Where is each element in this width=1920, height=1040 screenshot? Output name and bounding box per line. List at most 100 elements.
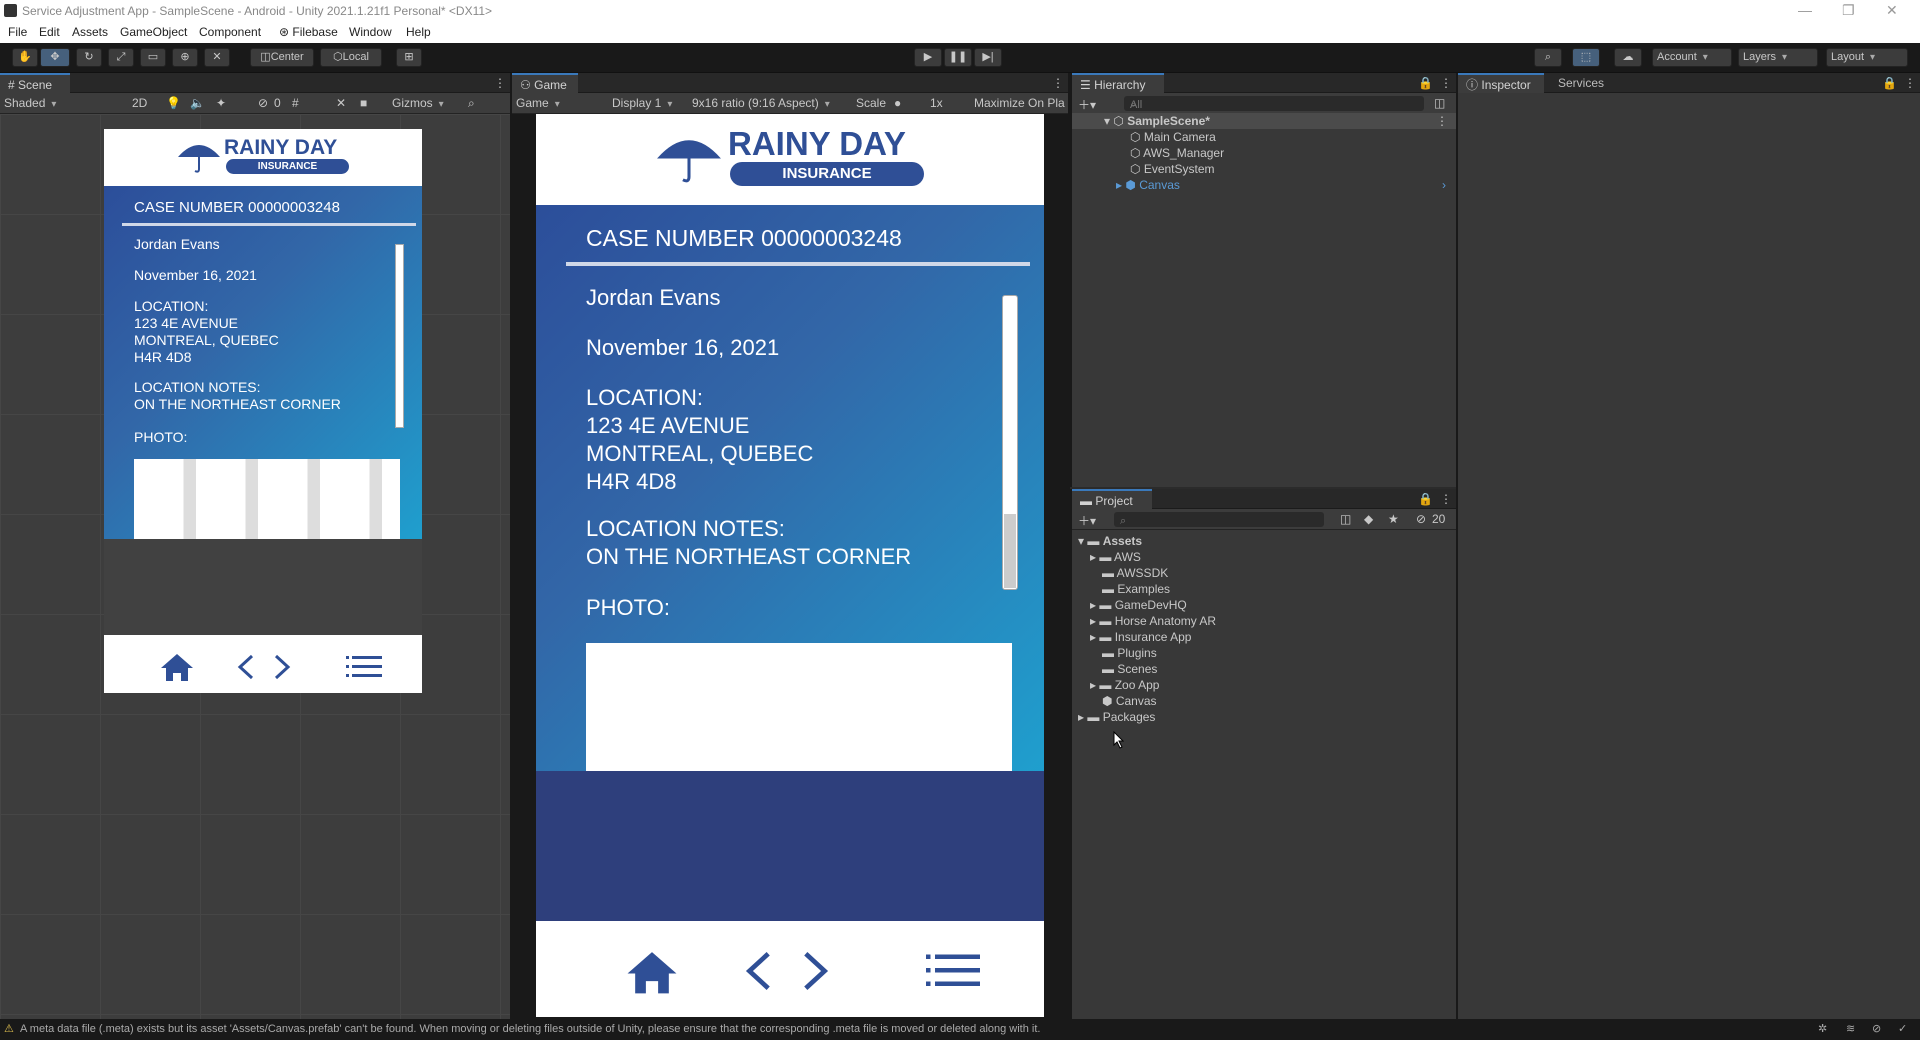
project-folder-plugins[interactable]: ▬ Plugins <box>1102 646 1157 660</box>
prev-next-icon[interactable] <box>234 653 294 681</box>
scene-scrollbar[interactable] <box>395 244 404 428</box>
menu-list-icon[interactable] <box>926 953 980 989</box>
step-button-icon[interactable]: ▶| <box>974 48 1002 67</box>
favorite-icon[interactable]: ★ <box>1388 512 1399 526</box>
aspect-dropdown[interactable]: 9x16 ratio (9:16 Aspect) <box>692 96 830 110</box>
menu-assets[interactable]: Assets <box>72 25 108 39</box>
project-folder-aws[interactable]: ▸ ▬ AWS <box>1090 550 1141 564</box>
menu-list-icon[interactable] <box>346 655 382 679</box>
pause-button-icon[interactable]: ❚❚ <box>944 48 972 67</box>
lock-icon[interactable]: 🔒 <box>1882 76 1897 90</box>
game-scrollbar[interactable] <box>1002 295 1018 590</box>
rotate-tool-icon[interactable]: ↻ <box>76 48 102 67</box>
minimize-icon[interactable]: — <box>1798 2 1812 18</box>
menu-edit[interactable]: Edit <box>39 25 60 39</box>
menu-component[interactable]: Component <box>199 25 261 39</box>
search-icon[interactable]: ⌕ <box>1534 48 1562 67</box>
add-icon[interactable]: ＋▾ <box>1078 512 1096 529</box>
hierarchy-item-eventsystem[interactable]: ⬡ EventSystem <box>1130 162 1215 176</box>
restore-icon[interactable]: ❐ <box>1842 2 1855 19</box>
layers-dropdown[interactable]: Layers <box>1738 48 1818 67</box>
tab-inspector[interactable]: ⓘ Inspector <box>1458 73 1544 93</box>
search-by-label-icon[interactable]: ◆ <box>1364 512 1373 526</box>
game-view-dropdown[interactable]: Game <box>516 96 560 110</box>
home-icon[interactable] <box>626 949 678 995</box>
debug-icon[interactable]: ✲ <box>1818 1022 1827 1035</box>
layout-dropdown[interactable]: Layout <box>1826 48 1908 67</box>
hand-tool-icon[interactable]: ✋ <box>12 48 38 67</box>
gizmos-dropdown[interactable]: Gizmos <box>392 96 444 110</box>
project-folder-insurance-app[interactable]: ▸ ▬ Insurance App <box>1090 630 1191 644</box>
project-folder-horse-anatomy[interactable]: ▸ ▬ Horse Anatomy AR <box>1090 614 1216 628</box>
grid-icon[interactable]: # <box>292 96 299 110</box>
camera-icon[interactable]: ■ <box>360 96 367 110</box>
panel-menu-icon[interactable]: ⋮ <box>494 76 506 90</box>
cache-icon[interactable]: ≋ <box>1846 1022 1855 1035</box>
hidden-objects-icon[interactable]: ⊘ <box>258 96 268 110</box>
menu-help[interactable]: Help <box>406 25 431 39</box>
project-folder-examples[interactable]: ▬ Examples <box>1102 582 1170 596</box>
audio-icon[interactable]: 🔈 <box>190 96 205 110</box>
hierarchy-item-aws-manager[interactable]: ⬡ AWS_Manager <box>1130 146 1224 160</box>
home-icon[interactable] <box>160 652 194 682</box>
project-packages-root[interactable]: ▸ ▬ Packages <box>1078 710 1155 724</box>
project-assets-root[interactable]: ▾ ▬ Assets <box>1078 534 1142 548</box>
shading-dropdown[interactable]: Shaded <box>4 96 56 110</box>
prefab-arrow-icon[interactable]: › <box>1442 178 1446 192</box>
hierarchy-item-canvas[interactable]: ▸ ⬢ Canvas <box>1116 178 1180 192</box>
lighting-icon[interactable]: 💡 <box>166 96 181 110</box>
hierarchy-item-main-camera[interactable]: ⬡ Main Camera <box>1130 130 1216 144</box>
tab-services[interactable]: Services <box>1550 73 1630 93</box>
project-folder-scenes[interactable]: ▬ Scenes <box>1102 662 1157 676</box>
menu-file[interactable]: File <box>8 25 27 39</box>
search-by-type-icon[interactable]: ◫ <box>1340 512 1351 526</box>
auto-generate-icon[interactable]: ⊘ <box>1872 1022 1881 1035</box>
tools-icon[interactable]: ✕ <box>336 96 346 110</box>
play-button-icon[interactable]: ▶ <box>914 48 942 67</box>
lock-icon[interactable]: 🔒 <box>1418 76 1433 90</box>
menu-gameobject[interactable]: GameObject <box>120 25 187 39</box>
custom-tool-icon[interactable]: ✕ <box>204 48 230 67</box>
project-folder-awssdk[interactable]: ▬ AWSSDK <box>1102 566 1168 580</box>
close-icon[interactable]: ✕ <box>1886 2 1898 19</box>
add-icon[interactable]: ＋▾ <box>1078 96 1096 113</box>
grid-snap-icon[interactable]: ⊞ <box>396 48 422 67</box>
scene-root-item[interactable]: ▾ ⬡ SampleScene* <box>1104 114 1210 128</box>
scene-menu-icon[interactable]: ⋮ <box>1436 114 1448 128</box>
display-dropdown[interactable]: Display 1 <box>612 96 672 110</box>
tab-scene[interactable]: # Scene <box>0 73 70 93</box>
progress-check-icon[interactable]: ✓ <box>1898 1022 1907 1035</box>
menu-window[interactable]: Window <box>349 25 392 39</box>
pivot-center-button[interactable]: ◫Center <box>250 48 314 67</box>
scene-search-icon[interactable]: ⌕ <box>468 96 475 111</box>
project-folder-zoo-app[interactable]: ▸ ▬ Zoo App <box>1090 678 1159 692</box>
maximize-toggle[interactable]: Maximize On Pla <box>974 96 1065 110</box>
effects-icon[interactable]: ✦ <box>216 96 226 110</box>
hierarchy-search-input[interactable]: ⌕ All <box>1124 96 1424 111</box>
transform-tool-icon[interactable]: ⊕ <box>172 48 198 67</box>
tab-hierarchy[interactable]: ☰ Hierarchy <box>1072 73 1164 93</box>
2d-toggle[interactable]: 2D <box>132 96 147 110</box>
rect-tool-icon[interactable]: ▭ <box>140 48 166 67</box>
collab-icon[interactable]: ⬚ <box>1572 48 1600 67</box>
tab-project[interactable]: ▬ Project <box>1072 489 1152 509</box>
scale-slider-icon[interactable]: ● <box>894 96 901 110</box>
project-search-input[interactable]: ⌕ <box>1114 512 1324 527</box>
panel-menu-icon[interactable]: ⋮ <box>1440 76 1452 90</box>
photo-box[interactable] <box>586 643 1012 771</box>
status-message[interactable]: A meta data file (.meta) exists but its … <box>20 1023 1040 1035</box>
photo-box[interactable] <box>134 459 400 539</box>
prev-next-icon[interactable] <box>740 949 834 993</box>
panel-menu-icon[interactable]: ⋮ <box>1904 76 1916 90</box>
pivot-local-button[interactable]: ⬡Local <box>320 48 382 67</box>
panel-menu-icon[interactable]: ⋮ <box>1052 76 1064 90</box>
cloud-icon[interactable]: ☁ <box>1614 48 1642 67</box>
scene-visibility-icon[interactable]: ◫ <box>1434 96 1445 110</box>
scrollbar-handle[interactable] <box>1004 514 1016 588</box>
scale-tool-icon[interactable]: ⤢ <box>108 48 134 67</box>
panel-menu-icon[interactable]: ⋮ <box>1440 492 1452 506</box>
lock-icon[interactable]: 🔒 <box>1418 492 1433 506</box>
account-dropdown[interactable]: Account <box>1652 48 1732 67</box>
menu-filebase[interactable]: ⊛ Filebase <box>279 25 338 39</box>
hidden-packages-icon[interactable]: ⊘ <box>1416 512 1426 526</box>
